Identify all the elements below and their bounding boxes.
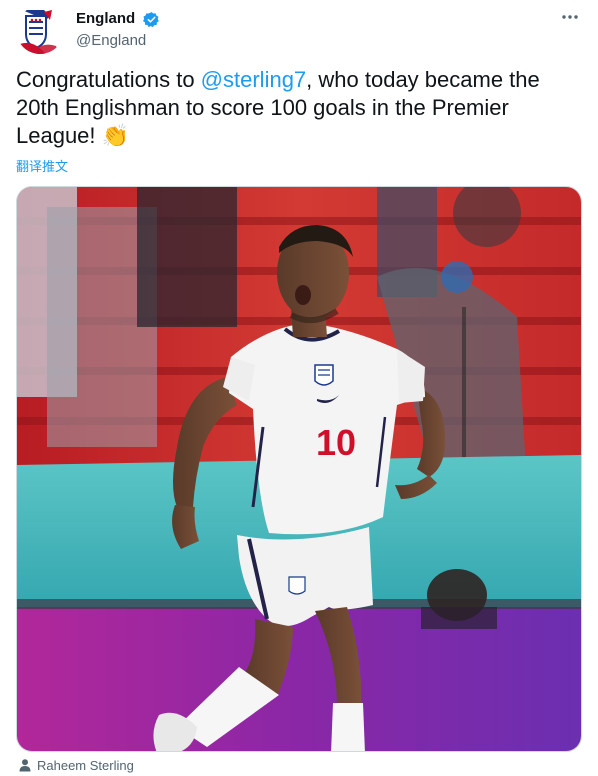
tweet-text-before: Congratulations to [16,67,201,92]
media-tag-row[interactable]: Raheem Sterling [18,756,134,774]
person-icon [19,759,31,772]
handle[interactable]: @England [76,31,160,51]
translate-tweet-link[interactable]: 翻译推文 [16,156,68,175]
three-lions-crest-icon [16,6,64,54]
mention-link[interactable]: @sterling7 [201,67,307,92]
tweet-header: England @England [16,6,582,56]
tagged-person-name: Raheem Sterling [37,757,134,773]
avatar[interactable] [16,6,64,54]
shirt-number: 10 [316,422,356,463]
verified-badge-icon [142,11,159,27]
tweet-text: Congratulations to @sterling7, who today… [16,66,582,150]
tweet-photo[interactable]: 10 [16,186,582,752]
more-horizontal-icon[interactable] [560,10,580,24]
display-name[interactable]: England [76,10,135,28]
player-sock-right [331,703,365,751]
spectator-dark [137,187,237,327]
photo-canvas: 10 [17,187,581,751]
clapping-hands-emoji: 👏 [101,123,130,148]
advertising-board-purple [17,607,581,751]
name-block: England @England [76,10,160,51]
